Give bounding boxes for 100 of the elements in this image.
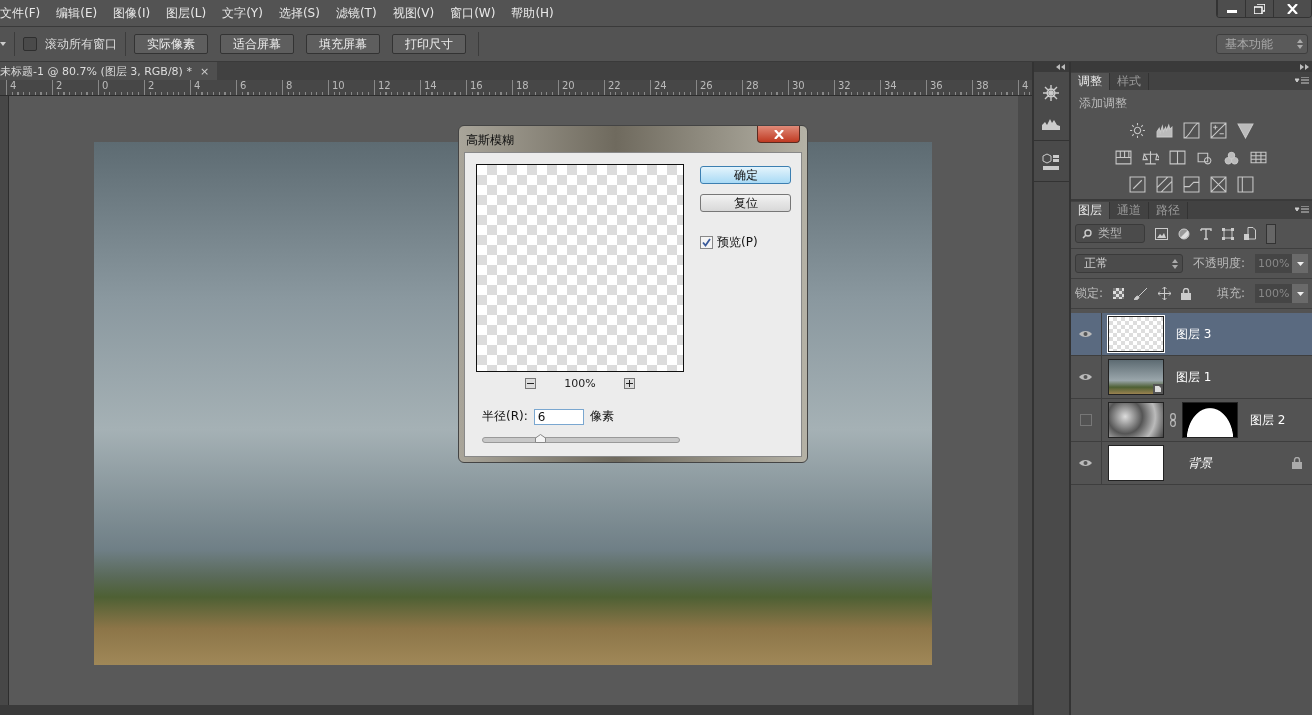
zoom-out-button[interactable] — [525, 377, 537, 389]
fill-dropdown-button[interactable] — [1292, 284, 1308, 303]
panel-tab[interactable]: 样式 — [1109, 73, 1149, 90]
curve-icon[interactable] — [1182, 122, 1200, 139]
panel-title: 添加调整 — [1078, 95, 1128, 112]
caret-icon[interactable] — [0, 42, 6, 46]
tab-close-button[interactable]: × — [199, 64, 210, 78]
scrollbar[interactable] — [1018, 96, 1032, 705]
layer-mask-thumbnail — [1181, 402, 1238, 438]
panel-menu-icon[interactable] — [1295, 77, 1309, 85]
ruler-label: 26 — [696, 80, 742, 95]
expand-arrows-icon[interactable] — [1300, 64, 1309, 70]
histogram-icon[interactable] — [1155, 122, 1173, 139]
ruler-label: 34 — [880, 80, 926, 95]
checkbox-label: 预览(P) — [717, 234, 758, 251]
fill-label: 填充: — [1216, 285, 1245, 302]
panel-tab[interactable]: 图层 — [1070, 202, 1110, 219]
eye-icon[interactable] — [1079, 373, 1093, 381]
menu-item[interactable]: 帮助(H) — [511, 4, 554, 22]
plus-minus-icon[interactable] — [1209, 122, 1227, 139]
half-circle-icon[interactable] — [1177, 227, 1190, 240]
checkbox[interactable] — [23, 37, 37, 51]
zoom-preset-button[interactable]: 打印尺寸 — [392, 34, 466, 54]
dialog-button[interactable]: 复位 — [700, 194, 791, 212]
layer-row[interactable]: 图层 2 — [1070, 399, 1312, 442]
caret-icon — [1296, 261, 1304, 266]
chain-link-icon[interactable] — [1169, 413, 1176, 427]
checkerboard-icon[interactable] — [1113, 288, 1124, 299]
eye-icon[interactable] — [1079, 459, 1093, 467]
opacity-label: 不透明度: — [1192, 255, 1245, 272]
panel-menu-icon[interactable] — [1295, 206, 1309, 214]
minimize-icon — [1226, 10, 1237, 13]
checkbox[interactable] — [700, 236, 713, 249]
opacity-dropdown-button[interactable] — [1292, 254, 1308, 273]
layer-name: 图层 2 — [1249, 411, 1286, 429]
grid-icon[interactable] — [1250, 149, 1268, 166]
radius-label: 半径(R): — [482, 408, 528, 425]
ruler-label: 4 — [190, 80, 236, 95]
sun-icon[interactable] — [1128, 122, 1146, 139]
ruler-label: 10 — [328, 80, 374, 95]
filter-toggle[interactable] — [1265, 223, 1276, 244]
layer-row[interactable]: 图层 3 — [1070, 313, 1312, 356]
panel-tab[interactable]: 调整 — [1070, 73, 1110, 90]
zoom-preset-button[interactable]: 实际像素 — [134, 34, 208, 54]
lock-label: 锁定: — [1074, 285, 1103, 302]
slider-thumb[interactable] — [534, 434, 546, 443]
zoom-preset-button[interactable]: 填充屏幕 — [306, 34, 380, 54]
zoom-in-button[interactable] — [623, 377, 635, 389]
document-icon[interactable] — [1243, 227, 1256, 240]
image-filter-icon[interactable] — [1154, 227, 1168, 240]
dialog-title: 高斯模糊 — [466, 132, 514, 149]
bars-icon[interactable] — [1115, 149, 1133, 166]
dialog-button[interactable]: 确定 — [700, 166, 791, 184]
zoom-preset-button[interactable]: 适合屏幕 — [220, 34, 294, 54]
type-icon[interactable] — [1199, 227, 1212, 240]
panel-tab[interactable]: 通道 — [1109, 202, 1149, 219]
menu-item[interactable]: 编辑(E) — [56, 4, 98, 22]
restore-button[interactable] — [1245, 0, 1273, 17]
layer-name: 图层 3 — [1175, 325, 1212, 343]
minimize-button[interactable] — [1217, 0, 1245, 17]
lock-icon[interactable] — [1181, 287, 1191, 300]
layer-name: 背景 — [1187, 454, 1212, 472]
ruler-label: 2 — [52, 80, 98, 95]
filter-dropdown[interactable]: 类型 — [1074, 224, 1145, 243]
circles-icon[interactable] — [1223, 149, 1241, 166]
triangle-icon[interactable] — [1236, 122, 1254, 139]
ruler-label: 16 — [466, 80, 512, 95]
layer-row[interactable]: 背景 — [1070, 442, 1312, 485]
checkbox-label: 滚动所有窗口 — [45, 35, 117, 53]
menu-item[interactable]: 滤镜(T) — [335, 4, 377, 22]
transform-icon[interactable] — [1221, 227, 1234, 240]
menu-item[interactable]: 视图(V) — [392, 4, 435, 22]
menu-item[interactable]: 图像(I) — [113, 4, 151, 22]
visibility-toggle[interactable] — [1079, 414, 1092, 426]
document-tab[interactable]: 未标题-1 @ 80.7% (图层 3, RGB/8) * × — [0, 62, 218, 80]
wheel-icon[interactable] — [1042, 84, 1061, 102]
menu-item[interactable]: 图层(L) — [166, 4, 207, 22]
menu-item[interactable]: 文字(Y) — [222, 4, 263, 22]
move-icon[interactable] — [1158, 287, 1171, 300]
blend-mode-dropdown[interactable]: 正常 — [1074, 254, 1183, 273]
ruler-label: 14 — [420, 80, 466, 95]
eye-icon[interactable] — [1079, 330, 1093, 338]
layer-row[interactable]: 图层 1 — [1070, 356, 1312, 399]
ruler-label: 38 — [972, 80, 1018, 95]
scales-icon[interactable] — [1142, 149, 1160, 166]
menu-item[interactable]: 窗口(W) — [450, 4, 496, 22]
updown-caret-icon — [1297, 39, 1303, 49]
layer-thumbnail — [1107, 445, 1164, 481]
menu-item[interactable]: 文件(F) — [0, 4, 41, 22]
smart-object-icon — [1152, 384, 1163, 394]
panel-tab[interactable]: 路径 — [1148, 202, 1188, 219]
ruler-label: 32 — [834, 80, 880, 95]
collapse-arrows-icon[interactable] — [1055, 64, 1065, 70]
ruler-label: 6 — [236, 80, 282, 95]
cube-icon[interactable] — [1042, 153, 1061, 171]
brush-icon[interactable] — [1134, 287, 1148, 300]
close-button[interactable] — [757, 126, 800, 143]
close-button[interactable] — [1273, 0, 1311, 17]
radius-input[interactable]: 6 — [533, 408, 584, 425]
menu-item[interactable]: 选择(S) — [278, 4, 320, 22]
